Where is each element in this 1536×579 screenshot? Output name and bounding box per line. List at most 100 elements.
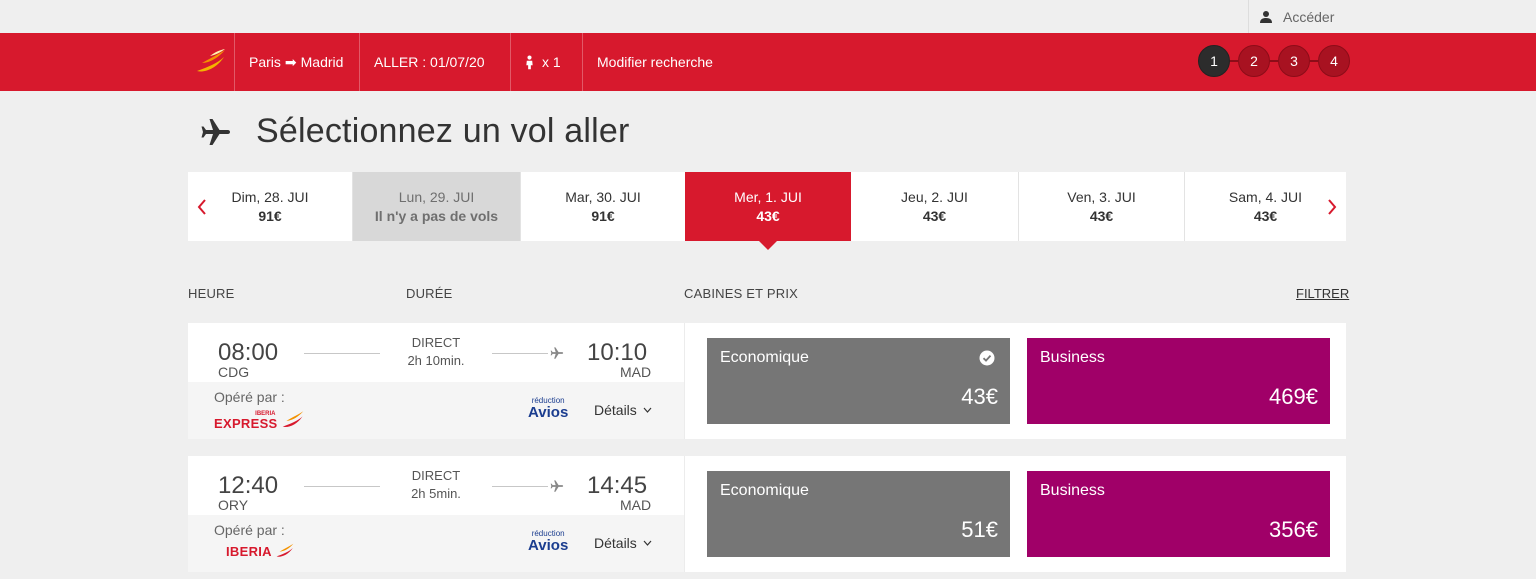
small-airplane-icon: [550, 347, 564, 359]
route-from: Paris: [249, 54, 281, 70]
departure-airport: ORY: [218, 497, 249, 513]
login-link[interactable]: Accéder: [1248, 0, 1536, 33]
business-fare-button[interactable]: Business 469€: [1027, 338, 1330, 424]
cabin-name: Business: [1040, 349, 1105, 366]
flight-info: 08:00 CDG DIRECT 2h 10min. 10:10 MAD Opé…: [188, 323, 684, 439]
departure-time: 12:40: [218, 472, 279, 499]
avios-label: Avios: [528, 404, 569, 421]
route-line: [304, 486, 380, 487]
cabin-price: 356€: [1269, 517, 1318, 542]
arrival-time: 10:10: [587, 339, 648, 366]
iberia-wing-icon: [282, 411, 303, 427]
date-price: 91€: [591, 208, 615, 224]
booking-steps: 1 2 3 4: [1198, 45, 1350, 77]
route-to: Madrid: [300, 54, 344, 70]
route-summary: Paris ➡ Madrid: [234, 33, 359, 91]
flight-info: 12:40 ORY DIRECT 2h 5min. 14:45 MAD Opér…: [188, 456, 684, 572]
details-label: Détails: [594, 402, 637, 418]
step-connector: [1230, 60, 1238, 62]
details-button[interactable]: Détails: [594, 402, 652, 418]
cabin-price: 469€: [1269, 384, 1318, 409]
step-connector: [1270, 60, 1278, 62]
iberia-logo-icon: [197, 49, 225, 72]
airplane-icon: [201, 118, 230, 145]
economy-fare-button[interactable]: Economique 43€: [707, 338, 1010, 424]
operator-name: IBERIA: [226, 543, 272, 559]
date-option-selected[interactable]: Mer, 1. JUI 43€: [685, 172, 851, 250]
next-dates-button[interactable]: [1318, 172, 1346, 241]
date-label: Mar, 30. JUI: [565, 189, 641, 205]
details-button[interactable]: Détails: [594, 535, 652, 551]
route-line: [304, 353, 380, 354]
card-divider: [684, 456, 685, 572]
top-utility-bar: Accéder: [0, 0, 1536, 33]
route-line: [492, 353, 548, 354]
flight-type: DIRECT: [411, 335, 461, 350]
date-price: 43€: [1253, 208, 1278, 224]
date-label: Sam, 4. JUI: [1228, 189, 1303, 205]
cabin-name: Business: [1040, 482, 1105, 499]
date-label: Mer, 1. JUI: [734, 189, 802, 205]
avios-label: Avios: [528, 537, 569, 554]
date-option[interactable]: Mar, 30. JUI 91€: [520, 172, 685, 241]
date-price: 43€: [922, 208, 947, 224]
operated-by-label: Opéré par :: [214, 522, 285, 538]
step-1: 1: [1198, 45, 1230, 77]
business-fare-button[interactable]: Business 356€: [1027, 471, 1330, 557]
date-carousel: Dim, 28. JUI 91€ Lun, 29. JUI Il n'y a p…: [188, 172, 1346, 250]
details-label: Détails: [594, 535, 637, 551]
iberia-wing-icon: [276, 543, 294, 557]
filter-link[interactable]: FILTRER: [1296, 286, 1349, 301]
cabin-name: Economique: [720, 349, 809, 366]
date-option[interactable]: Jeu, 2. JUI 43€: [851, 172, 1018, 241]
step-3: 3: [1278, 45, 1310, 77]
route-arrow-icon: ➡: [284, 53, 297, 70]
flight-card: 12:40 ORY DIRECT 2h 5min. 14:45 MAD Opér…: [188, 456, 1346, 572]
column-header-cabins: CABINES ET PRIX: [684, 286, 799, 301]
date-label: Jeu, 2. JUI: [901, 189, 968, 205]
chevron-down-icon: [643, 540, 652, 546]
step-connector: [1310, 60, 1318, 62]
page-title-row: Sélectionnez un vol aller: [200, 112, 630, 151]
person-icon: [526, 54, 533, 69]
economy-fare-button[interactable]: Economique 51€: [707, 471, 1010, 557]
date-option[interactable]: Dim, 28. JUI 91€: [188, 172, 352, 241]
iberia-express-logo: IBERIA EXPRESS: [214, 409, 306, 431]
date-price: 43€: [1089, 208, 1114, 224]
column-header-duration: DURÉE: [406, 286, 453, 301]
outbound-date-summary: ALLER : 01/07/20: [359, 33, 510, 91]
step-2: 2: [1238, 45, 1270, 77]
cabin-name: Economique: [720, 482, 809, 499]
cabin-price: 43€: [961, 384, 998, 409]
date-label: Dim, 28. JUI: [231, 189, 309, 205]
iberia-logo[interactable]: [188, 33, 234, 91]
user-icon: [1260, 10, 1272, 23]
modify-search-button[interactable]: Modifier recherche: [582, 33, 727, 91]
card-divider: [684, 323, 685, 439]
operator-name: EXPRESS: [214, 415, 278, 431]
page-title: Sélectionnez un vol aller: [256, 112, 630, 150]
flight-type: DIRECT: [411, 468, 461, 483]
operated-by-label: Opéré par :: [214, 389, 285, 405]
flight-duration: 2h 5min.: [411, 486, 461, 501]
column-header-time: HEURE: [188, 286, 235, 301]
avios-discount-badge: réduction Avios: [528, 397, 569, 421]
check-circle-icon: [979, 350, 995, 366]
date-option[interactable]: Ven, 3. JUI 43€: [1018, 172, 1184, 241]
search-summary-header: Paris ➡ Madrid ALLER : 01/07/20 x 1 Modi…: [0, 33, 1536, 91]
iberia-logo-small: IBERIA: [226, 542, 296, 560]
date-no-flights: Il n'y a pas de vols: [374, 208, 499, 224]
arrival-time: 14:45: [587, 472, 648, 499]
date-option[interactable]: Lun, 29. JUI Il n'y a pas de vols: [352, 172, 520, 241]
date-label: Ven, 3. JUI: [1067, 189, 1136, 205]
chevron-down-icon: [643, 407, 652, 413]
step-4: 4: [1318, 45, 1350, 77]
avios-discount-badge: réduction Avios: [528, 530, 569, 554]
chevron-right-icon: [1328, 198, 1337, 215]
date-price: 43€: [756, 208, 780, 224]
date-label: Lun, 29. JUI: [398, 189, 475, 205]
passenger-summary: x 1: [510, 33, 582, 91]
login-label: Accéder: [1283, 8, 1335, 25]
date-price: 91€: [258, 208, 282, 224]
departure-airport: CDG: [218, 364, 250, 380]
